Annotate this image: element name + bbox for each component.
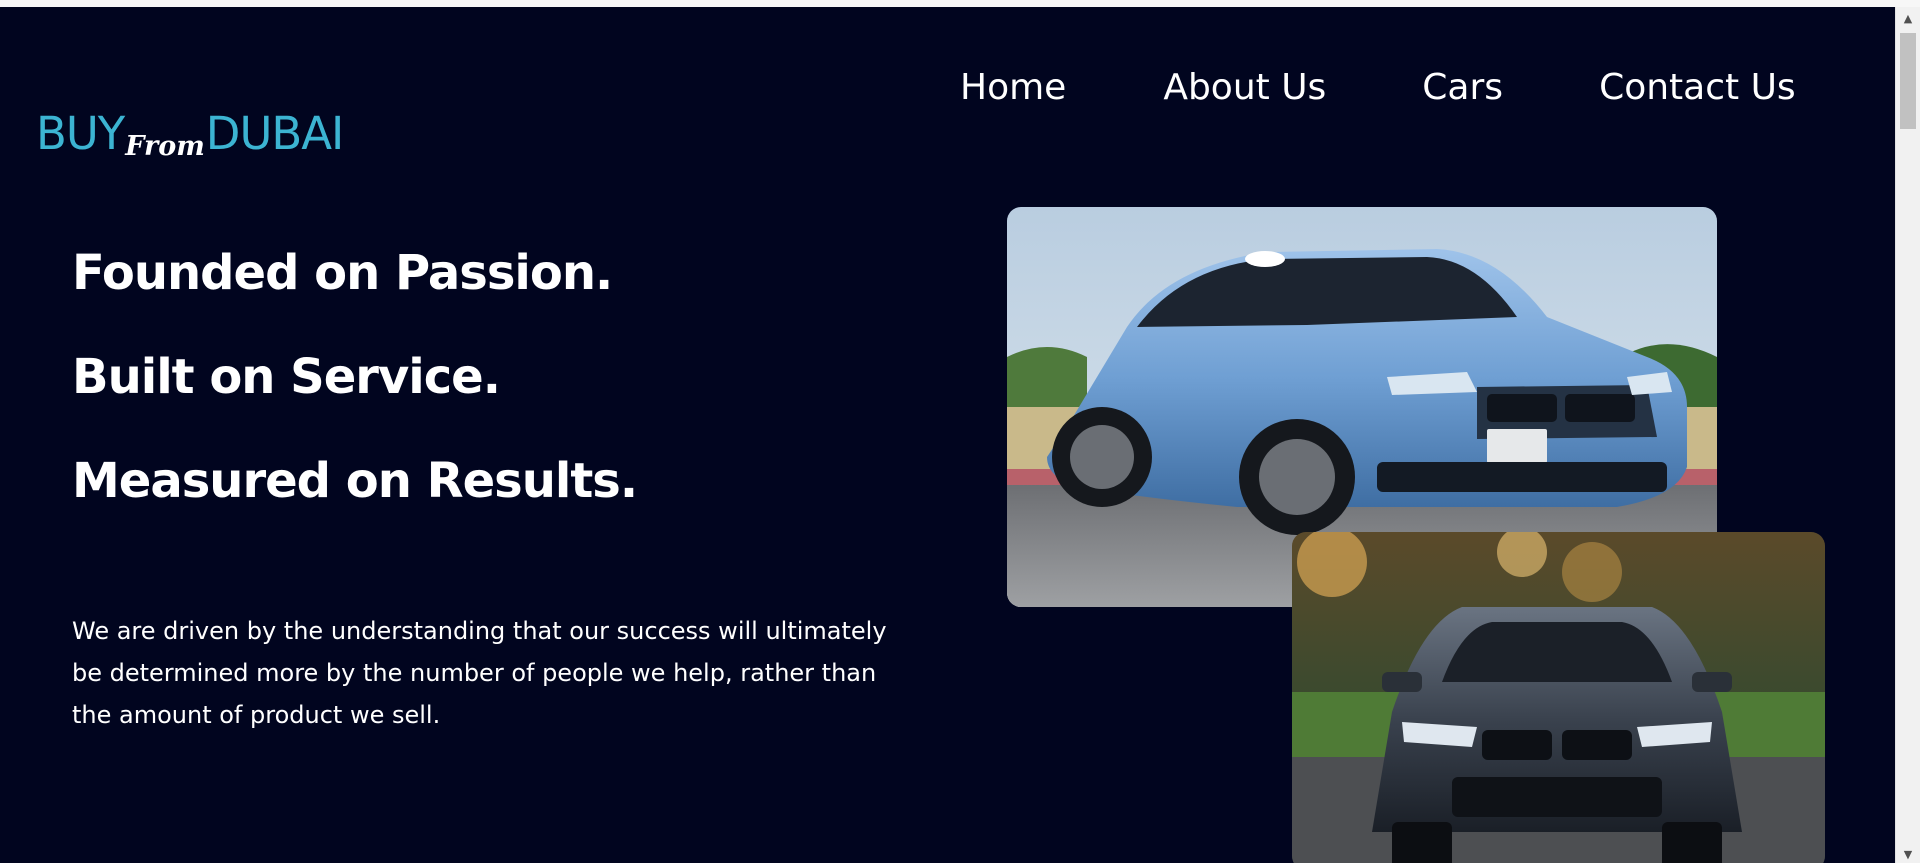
headline-passion: Founded on Passion.	[72, 245, 613, 301]
headline-service: Built on Service.	[72, 349, 501, 405]
browser-top-edge	[0, 0, 1920, 7]
logo-part-buy: BUY	[36, 107, 125, 160]
grey-car-photo	[1292, 532, 1825, 863]
scroll-up-icon[interactable]: ▲	[1896, 11, 1920, 27]
page: BUYFromDUBAI Home About Us Cars Contact …	[0, 7, 1895, 863]
nav-home[interactable]: Home	[960, 67, 1066, 108]
logo-part-dubai: DUBAI	[205, 107, 345, 160]
scroll-thumb[interactable]	[1900, 33, 1916, 129]
main-nav: Home About Us Cars Contact Us	[960, 67, 1796, 108]
site-logo[interactable]: BUYFromDUBAI	[36, 107, 345, 167]
nav-cars[interactable]: Cars	[1422, 67, 1503, 108]
logo-part-from: From	[125, 131, 205, 162]
nav-contact-us[interactable]: Contact Us	[1599, 67, 1796, 108]
hero-description: We are driven by the understanding that …	[72, 617, 887, 729]
scroll-down-icon[interactable]: ▼	[1896, 847, 1920, 863]
nav-about-us[interactable]: About Us	[1163, 67, 1326, 108]
headline-results: Measured on Results.	[72, 453, 638, 509]
page-scrollbar[interactable]: ▲ ▼	[1895, 7, 1920, 863]
